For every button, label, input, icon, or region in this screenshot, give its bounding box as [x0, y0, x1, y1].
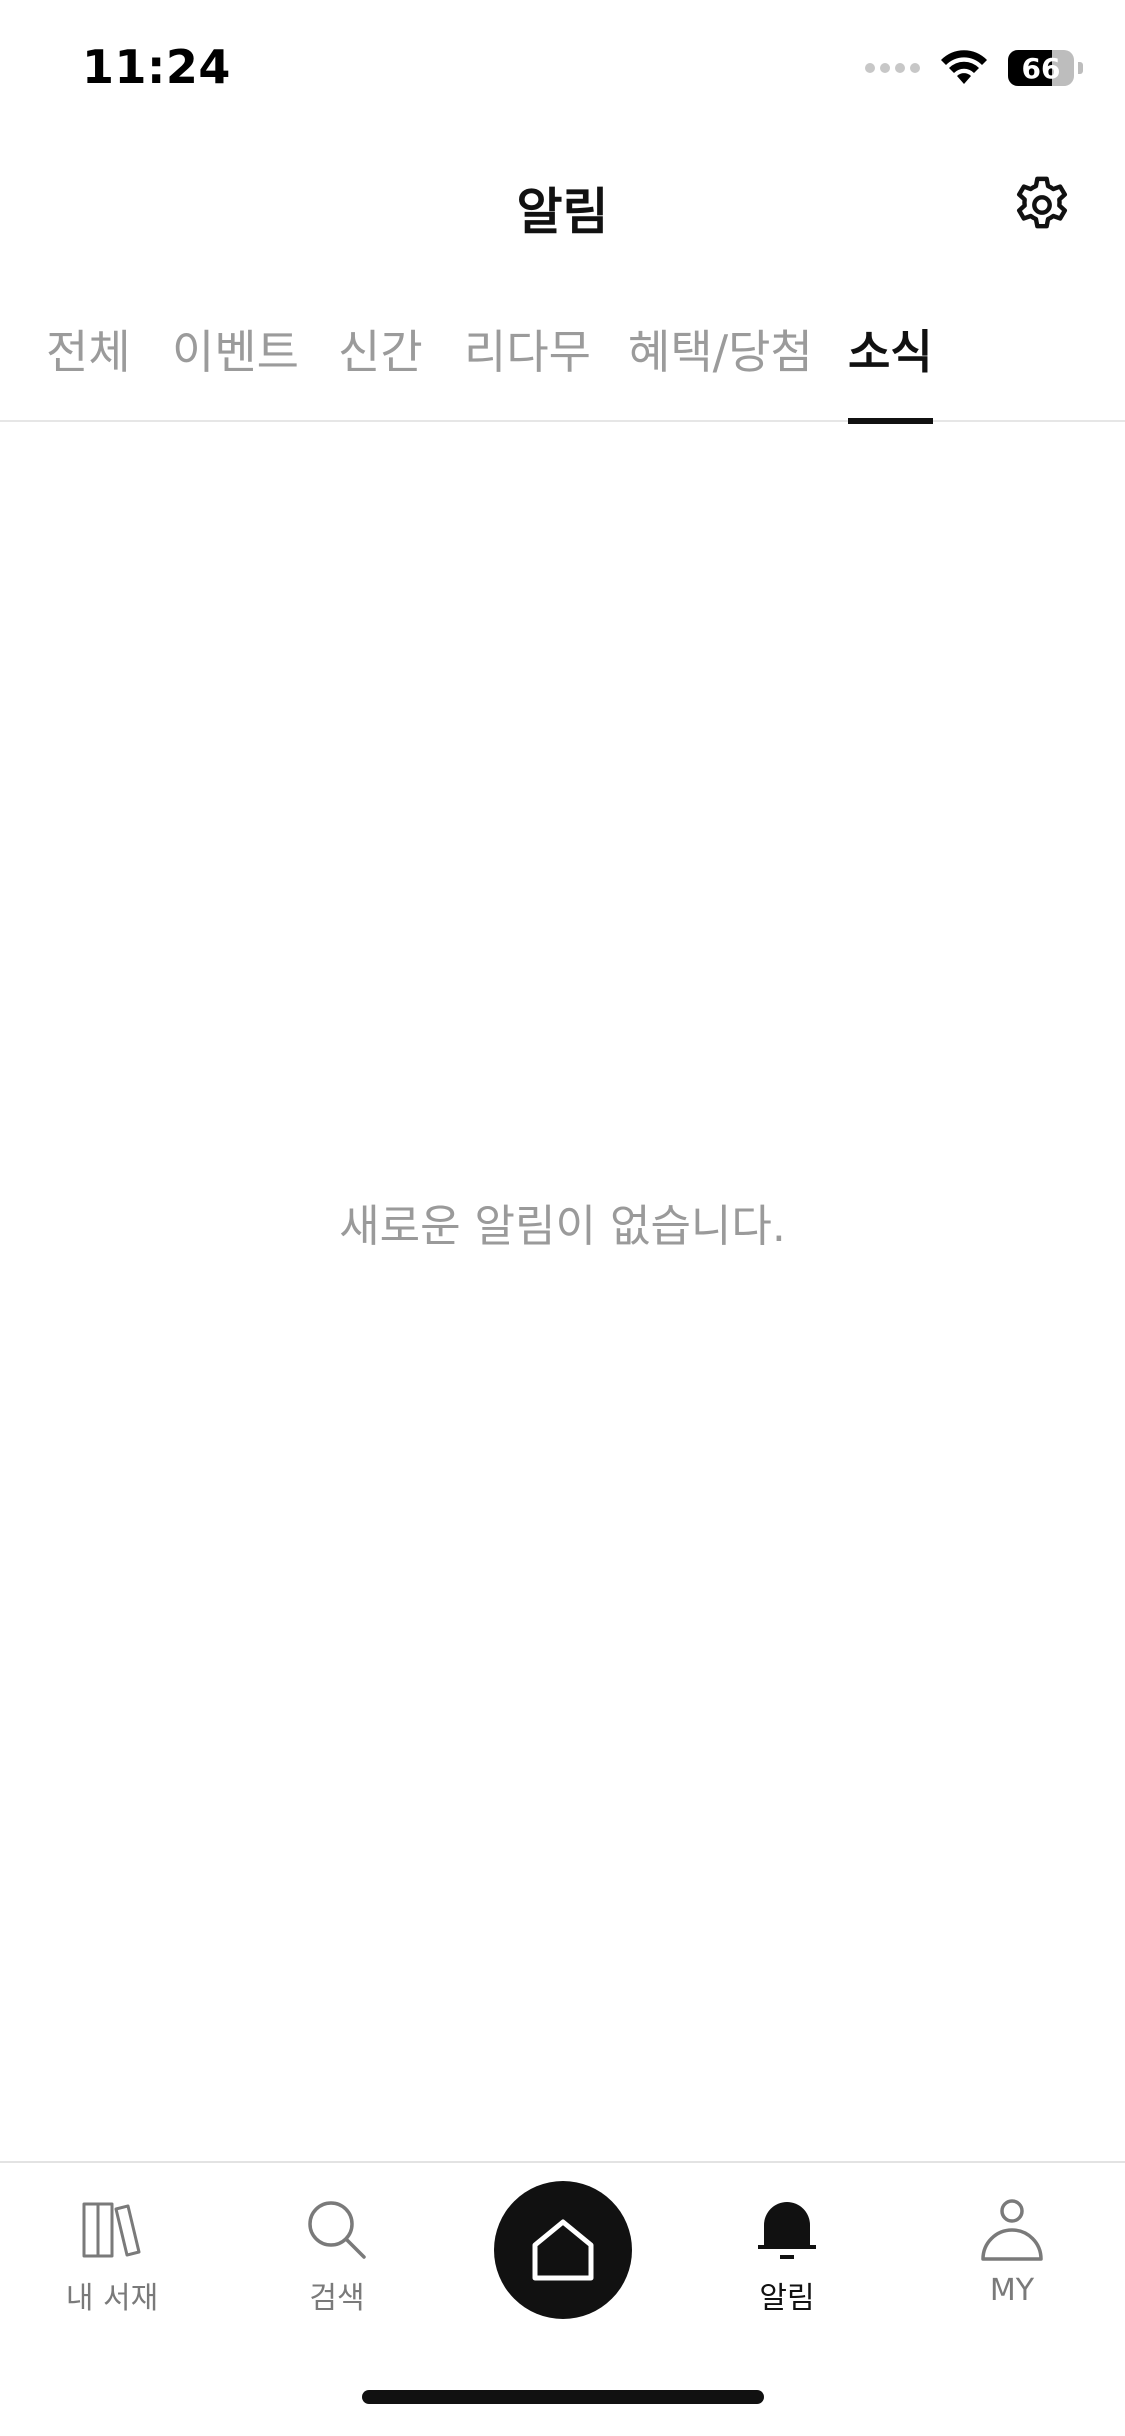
settings-button[interactable] — [999, 162, 1085, 248]
status-icons: 66 — [865, 48, 1083, 88]
tab-new-releases[interactable]: 신간 — [338, 316, 423, 422]
nav-label: 알림 — [759, 2281, 815, 2316]
tab-label: 소식 — [848, 325, 933, 379]
home-icon — [532, 2219, 594, 2281]
nav-label: MY — [989, 2273, 1035, 2308]
cellular-signal-icon — [865, 63, 920, 73]
person-icon — [981, 2199, 1043, 2261]
tab-label: 전체 — [46, 325, 131, 379]
active-tab-indicator — [848, 418, 933, 424]
search-icon — [308, 2201, 366, 2259]
page-title: 알림 — [516, 183, 609, 241]
page-header: 알림 — [0, 140, 1125, 270]
tab-benefits[interactable]: 혜택/당첨 — [628, 316, 813, 422]
gear-icon — [1016, 176, 1068, 229]
battery-percentage: 66 — [1021, 51, 1061, 85]
status-time: 11:24 — [82, 40, 231, 94]
status-bar: 11:24 66 — [0, 0, 1125, 132]
tab-all[interactable]: 전체 — [46, 316, 131, 422]
nav-my[interactable]: MY — [922, 2193, 1102, 2323]
tab-ridamu[interactable]: 리다무 — [464, 316, 591, 422]
home-button[interactable] — [494, 2181, 632, 2319]
bell-icon — [758, 2202, 816, 2259]
tab-label: 리다무 — [464, 325, 591, 379]
nav-search[interactable]: 검색 — [247, 2193, 427, 2323]
library-icon — [82, 2202, 141, 2258]
nav-label: 검색 — [309, 2281, 365, 2316]
home-indicator[interactable] — [362, 2390, 764, 2404]
tab-events[interactable]: 이벤트 — [172, 316, 299, 422]
tab-label: 신간 — [338, 325, 423, 379]
nav-notifications[interactable]: 알림 — [697, 2193, 877, 2323]
empty-state-message: 새로운 알림이 없습니다. — [339, 1201, 786, 1252]
category-tabs: 전체 이벤트 신간 리다무 혜택/당첨 소식 — [0, 270, 1125, 424]
tab-label: 혜택/당첨 — [628, 325, 813, 379]
battery-cap — [1078, 62, 1083, 74]
tab-label: 이벤트 — [172, 325, 299, 379]
battery-icon: 66 — [1008, 50, 1074, 86]
notifications-screen: 11:24 66 알림 전체 이벤트 신간 리다무 혜택/당첨 소식 새로운 알… — [0, 0, 1125, 2436]
tab-news[interactable]: 소식 — [848, 316, 933, 424]
wifi-icon — [941, 50, 987, 84]
nav-label: 내 서재 — [65, 2281, 159, 2316]
nav-my-library[interactable]: 내 서재 — [22, 2193, 202, 2323]
